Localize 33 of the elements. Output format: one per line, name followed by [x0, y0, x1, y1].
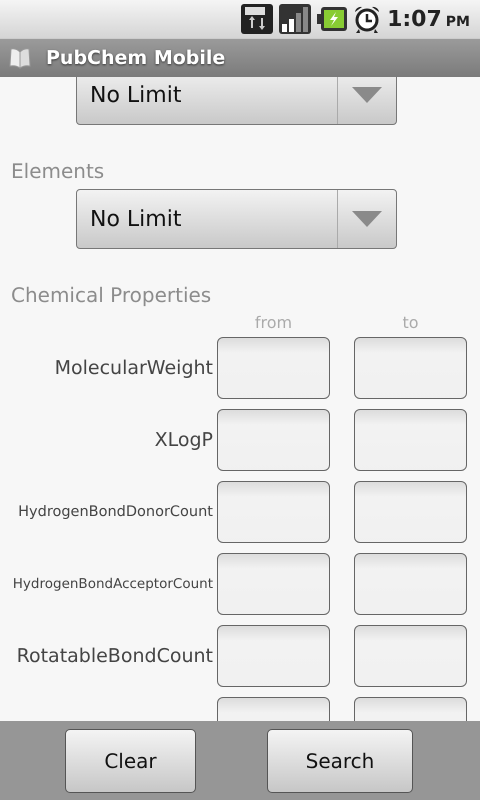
alarm-clock-icon [353, 5, 382, 33]
to-input-field[interactable] [354, 409, 467, 471]
to-input-field[interactable] [354, 337, 467, 399]
property-label: MolecularWeight [54, 357, 214, 379]
column-header: from [254, 313, 294, 334]
property-label: XLogP [154, 429, 214, 451]
dropdown-arrow-icon [352, 211, 382, 227]
book-icon [8, 47, 32, 69]
search-button[interactable]: Search [267, 729, 413, 793]
to-input-field[interactable] [354, 553, 467, 615]
app-title: PubChem Mobile [46, 47, 226, 69]
from-input-field[interactable] [217, 553, 330, 615]
from-input-field[interactable] [217, 625, 330, 687]
battery-charging-icon [317, 7, 348, 31]
to-input-field[interactable] [354, 481, 467, 543]
section-label: Elements [10, 158, 106, 185]
from-input-field[interactable] [217, 409, 330, 471]
clear-button[interactable]: Clear [65, 729, 196, 793]
property-label: HydrogenBondAcceptorCount [12, 576, 214, 592]
property-label: HydrogenBondDonorCount [17, 504, 214, 520]
clock-time: 1:07 [387, 6, 442, 32]
3g-data-icon [241, 4, 274, 34]
dropdown-arrow-icon [352, 87, 382, 103]
to-input-field[interactable] [354, 625, 467, 687]
signal-icon [279, 4, 312, 34]
clock-period: PM [446, 14, 470, 30]
property-label: RotatableBondCount [16, 645, 214, 667]
column-header: to [401, 313, 420, 334]
from-input-field[interactable] [217, 481, 330, 543]
from-input-field[interactable] [217, 337, 330, 399]
elements-dropdown[interactable]: No Limit [76, 189, 397, 249]
section-label: Chemical Properties [10, 282, 212, 309]
dropdown[interactable]: No Limit [76, 77, 397, 125]
